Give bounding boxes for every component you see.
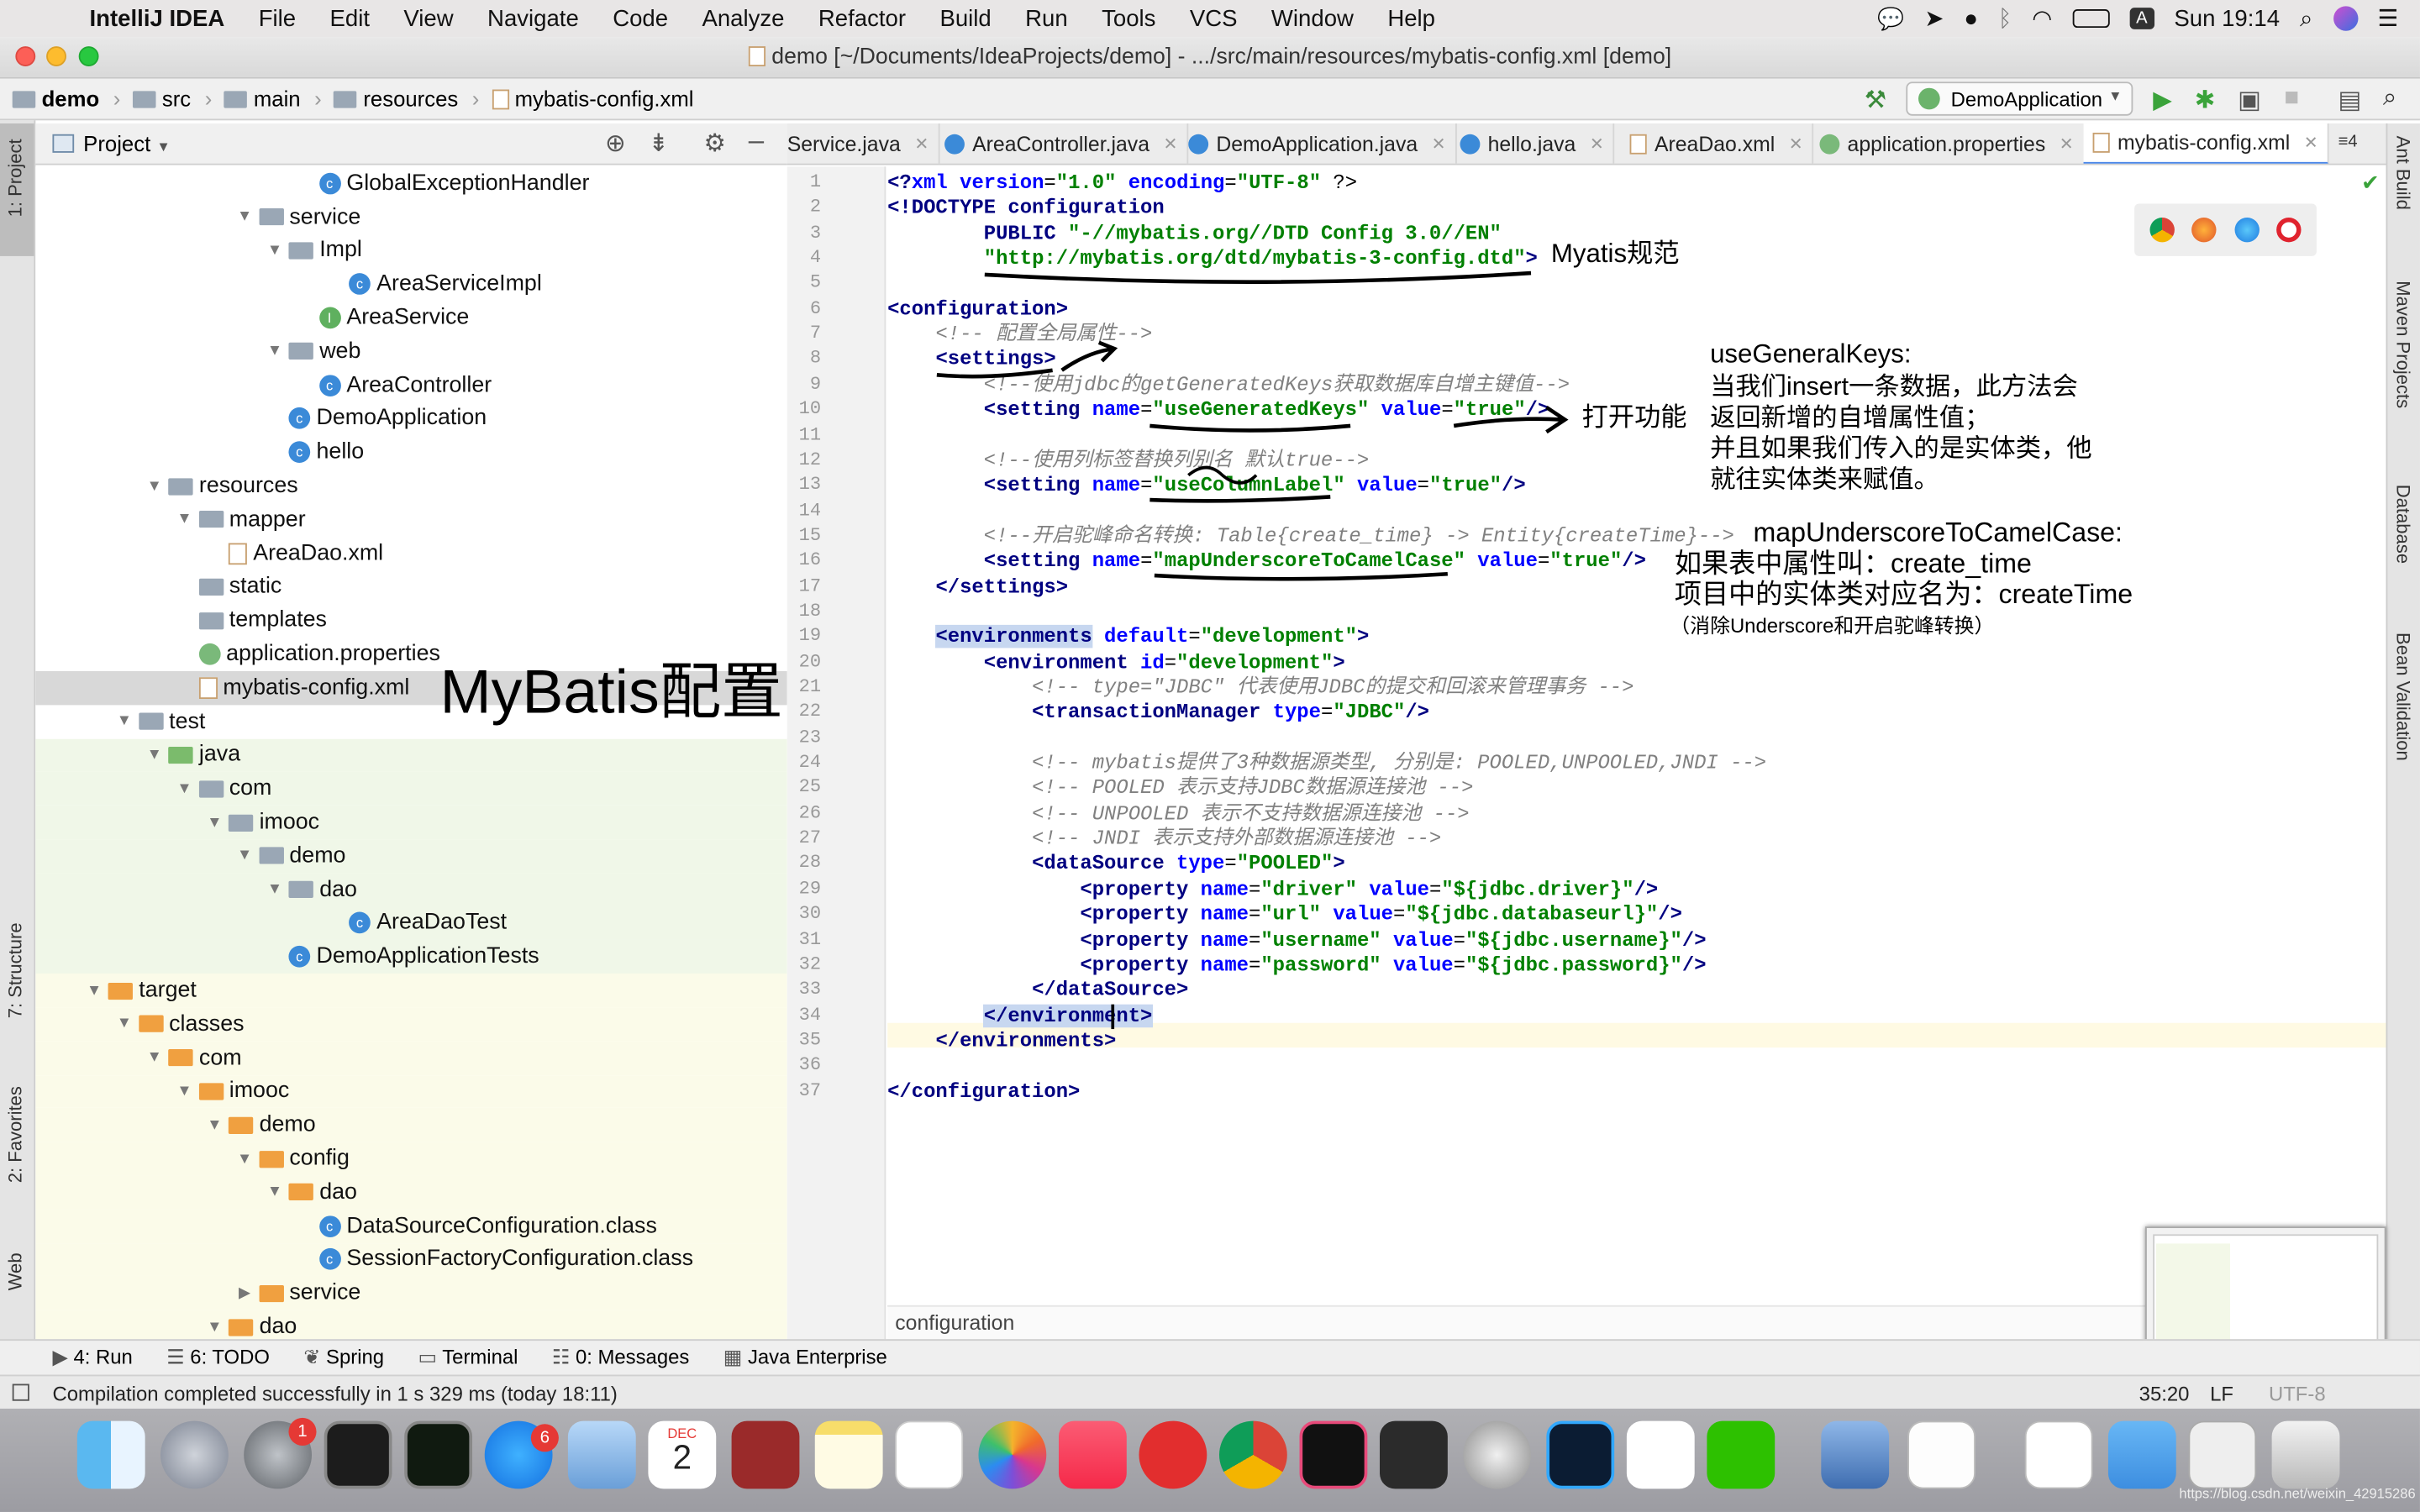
baidu-netdisk-dock-icon[interactable] (1626, 1420, 1695, 1489)
wechat-dock-icon[interactable] (1707, 1420, 1776, 1489)
tool-tab-label: 0: Messages (575, 1345, 690, 1369)
annotation-keys-title: useGeneralKeys: (1710, 339, 1912, 369)
annotation-camel-title: mapUnderscoreToCamelCase: (1753, 517, 2123, 549)
intellij-dock-icon[interactable] (1299, 1420, 1368, 1489)
annotation-dtd-note: Myatis规范 (1550, 239, 1680, 269)
bottom-tool-tabs: ▶ 4: Run ☰ 6: TODO ❦ Spring ▭ Terminal ☷ 0: … (0, 1339, 2420, 1375)
tool-tab-spring-leaf[interactable]: ❦ Spring (303, 1346, 384, 1370)
database-tool-tab[interactable]: Database (2392, 485, 2414, 564)
calendar-day: 2 (672, 1437, 692, 1477)
sublime-text-dock-icon[interactable] (1380, 1420, 1448, 1489)
image-capture-dock-icon[interactable] (1821, 1420, 1890, 1489)
tool-tab-run[interactable]: ▶ 4: Run (52, 1346, 132, 1370)
tool-tab-terminal[interactable]: ▭ Terminal (418, 1346, 518, 1370)
ant-build-tool-tab[interactable]: Ant Build (2392, 136, 2414, 210)
notes-dock-icon[interactable] (814, 1420, 883, 1489)
tool-tab-java-enterprise[interactable]: ▦ Java Enterprise (723, 1346, 887, 1370)
calendar-dock-icon[interactable]: DEC 2 (648, 1420, 717, 1489)
run-icon: ▶ (52, 1345, 74, 1369)
annotation-line: 并且如果我们传入的是实体类，他 (1710, 434, 2092, 464)
annotation-camel-text: 如果表中属性叫：create_time 项目中的实体类对应名为：createTim… (1675, 548, 2133, 609)
netease-music-dock-icon[interactable] (1139, 1420, 1207, 1489)
tool-tab-label: 4: Run (73, 1345, 133, 1369)
dictionary-dock-icon[interactable] (731, 1420, 800, 1489)
status-toggle-icon[interactable] (12, 1383, 29, 1401)
annotation-enable-note: 打开功能 (1581, 402, 1687, 433)
file-encoding[interactable]: UTF-8 (2269, 1383, 2326, 1406)
mac-dock: 1 6 DEC 2 https://blog.csdn.net/weixin_42… (0, 1408, 2420, 1512)
annotation-line: 如果表中属性叫：create_time (1674, 548, 2032, 579)
document-dock-icon[interactable] (2024, 1420, 2093, 1489)
status-message[interactable]: Compilation completed successfully in 1 … (52, 1383, 617, 1406)
tool-tab-label: 6: TODO (190, 1345, 270, 1369)
window-thumbnail-dock-icon[interactable] (2188, 1420, 2257, 1489)
todo-list-icon: ☰ (166, 1345, 191, 1369)
finder-dock-icon[interactable] (76, 1420, 145, 1489)
annotation-mybatis-title: MyBatis配置 (439, 659, 783, 727)
notification-badge: 6 (530, 1424, 559, 1452)
annotation-camel-small: （消除Underscore和开启驼峰转换） (1670, 614, 1995, 638)
downloads-folder-dock-icon[interactable] (2107, 1420, 2176, 1489)
watermark: https://blog.csdn.net/weixin_42915286 (2179, 1485, 2416, 1502)
music-dock-icon[interactable] (1058, 1420, 1127, 1489)
reminders-dock-icon[interactable] (895, 1420, 964, 1489)
tool-tab-todo-list[interactable]: ☰ 6: TODO (166, 1346, 270, 1370)
annotation-keys-text: 当我们insert一条数据，此方法会 返回新增的自增属性值； 并且如果我们传入的是实… (1710, 372, 2092, 496)
spring-leaf-icon: ❦ (303, 1345, 327, 1369)
chrome-dock-icon[interactable] (1218, 1420, 1287, 1489)
preview-dock-icon[interactable] (567, 1420, 636, 1489)
status-bar: Compilation completed successfully in 1 … (0, 1374, 2420, 1409)
java-enterprise-icon: ▦ (723, 1345, 748, 1369)
activity-monitor-dock-icon[interactable] (404, 1420, 473, 1489)
bean-validation-tool-tab[interactable]: Bean Validation (2392, 633, 2414, 761)
trash-dock-icon[interactable] (2271, 1420, 2340, 1489)
annotation-line: 就往实体类来赋值。 (1710, 465, 1939, 494)
maven-projects-tool-tab[interactable]: Maven Projects (2392, 281, 2414, 408)
terminal-icon: ▭ (418, 1345, 443, 1369)
terminal-dock-icon[interactable] (324, 1420, 392, 1489)
textedit-dock-icon[interactable] (1907, 1420, 1975, 1489)
handwritten-markup (936, 270, 1569, 581)
photoshop-dock-icon[interactable] (1546, 1420, 1615, 1489)
line-separator[interactable]: LF (2210, 1383, 2233, 1406)
tool-tab-label: Java Enterprise (747, 1345, 887, 1369)
photos-dock-icon[interactable] (978, 1420, 1047, 1489)
annotation-line: 当我们insert一条数据，此方法会 (1710, 373, 2078, 402)
tool-tab-label: Terminal (442, 1345, 518, 1369)
annotation-line: 返回新增的自增属性值； (1710, 404, 1991, 433)
launchpad-dock-icon[interactable] (160, 1420, 229, 1489)
notification-badge: 1 (288, 1417, 317, 1446)
right-tool-stripe: Ant Build Maven Projects Database Bean V… (2386, 123, 2420, 1373)
tool-tab-messages[interactable]: ☷ 0: Messages (552, 1346, 689, 1370)
caret-position[interactable]: 35:20 (2139, 1383, 2190, 1406)
annotation-line: 项目中的实体类对应名为：createTime (1674, 578, 2133, 610)
messages-icon: ☷ (551, 1345, 576, 1369)
tool-tab-label: Spring (326, 1345, 385, 1369)
sequel-pro-dock-icon[interactable] (1463, 1420, 1532, 1489)
